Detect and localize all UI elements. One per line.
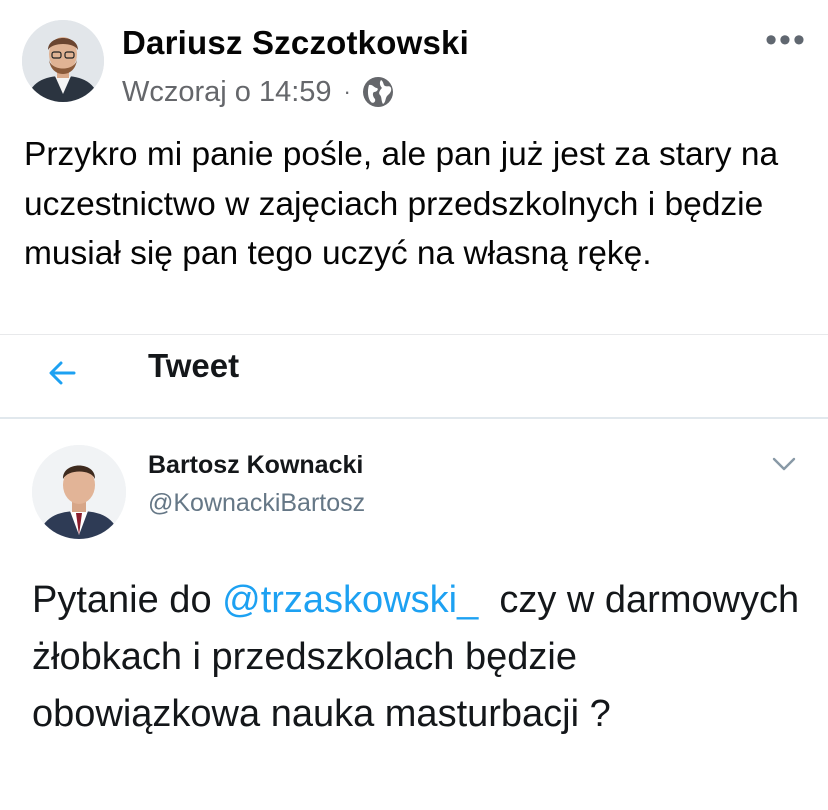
facebook-post: Dariusz Szczotkowski Wczoraj o 14:59 · •… (0, 0, 828, 334)
tweet-header: Tweet (0, 335, 828, 419)
author-avatar[interactable] (22, 20, 104, 102)
tweet-author-avatar-image (32, 445, 126, 539)
globe-icon[interactable] (361, 75, 395, 109)
author-avatar-image (22, 20, 104, 102)
tweet-mention-link[interactable]: @trzaskowski_ (222, 579, 478, 621)
tweet-screenshot: Tweet Bartosz Kownacki @KownackiBartosz … (0, 334, 828, 810)
meta-separator: · (343, 79, 351, 104)
tweet-text: Pytanie do @trzaskowski_ czy w darmowych… (32, 572, 812, 743)
tweet-text-lead: Pytanie do (32, 579, 223, 621)
post-text: Przykro mi panie pośle, ale pan już jest… (24, 136, 779, 272)
more-options-button[interactable]: ••• (762, 21, 810, 59)
chevron-down-icon[interactable] (770, 453, 798, 475)
tweet-header-title: Tweet (148, 347, 240, 384)
post-meta: Wczoraj o 14:59 · (122, 72, 395, 112)
tweet-author-name[interactable]: Bartosz Kownacki (148, 451, 363, 480)
tweet-author-handle[interactable]: @KownackiBartosz (148, 489, 365, 518)
post-timestamp[interactable]: Wczoraj o 14:59 (122, 76, 332, 109)
back-arrow-icon[interactable] (44, 355, 80, 391)
tweet-author-avatar[interactable] (32, 445, 126, 539)
author-name[interactable]: Dariusz Szczotkowski (122, 24, 469, 62)
